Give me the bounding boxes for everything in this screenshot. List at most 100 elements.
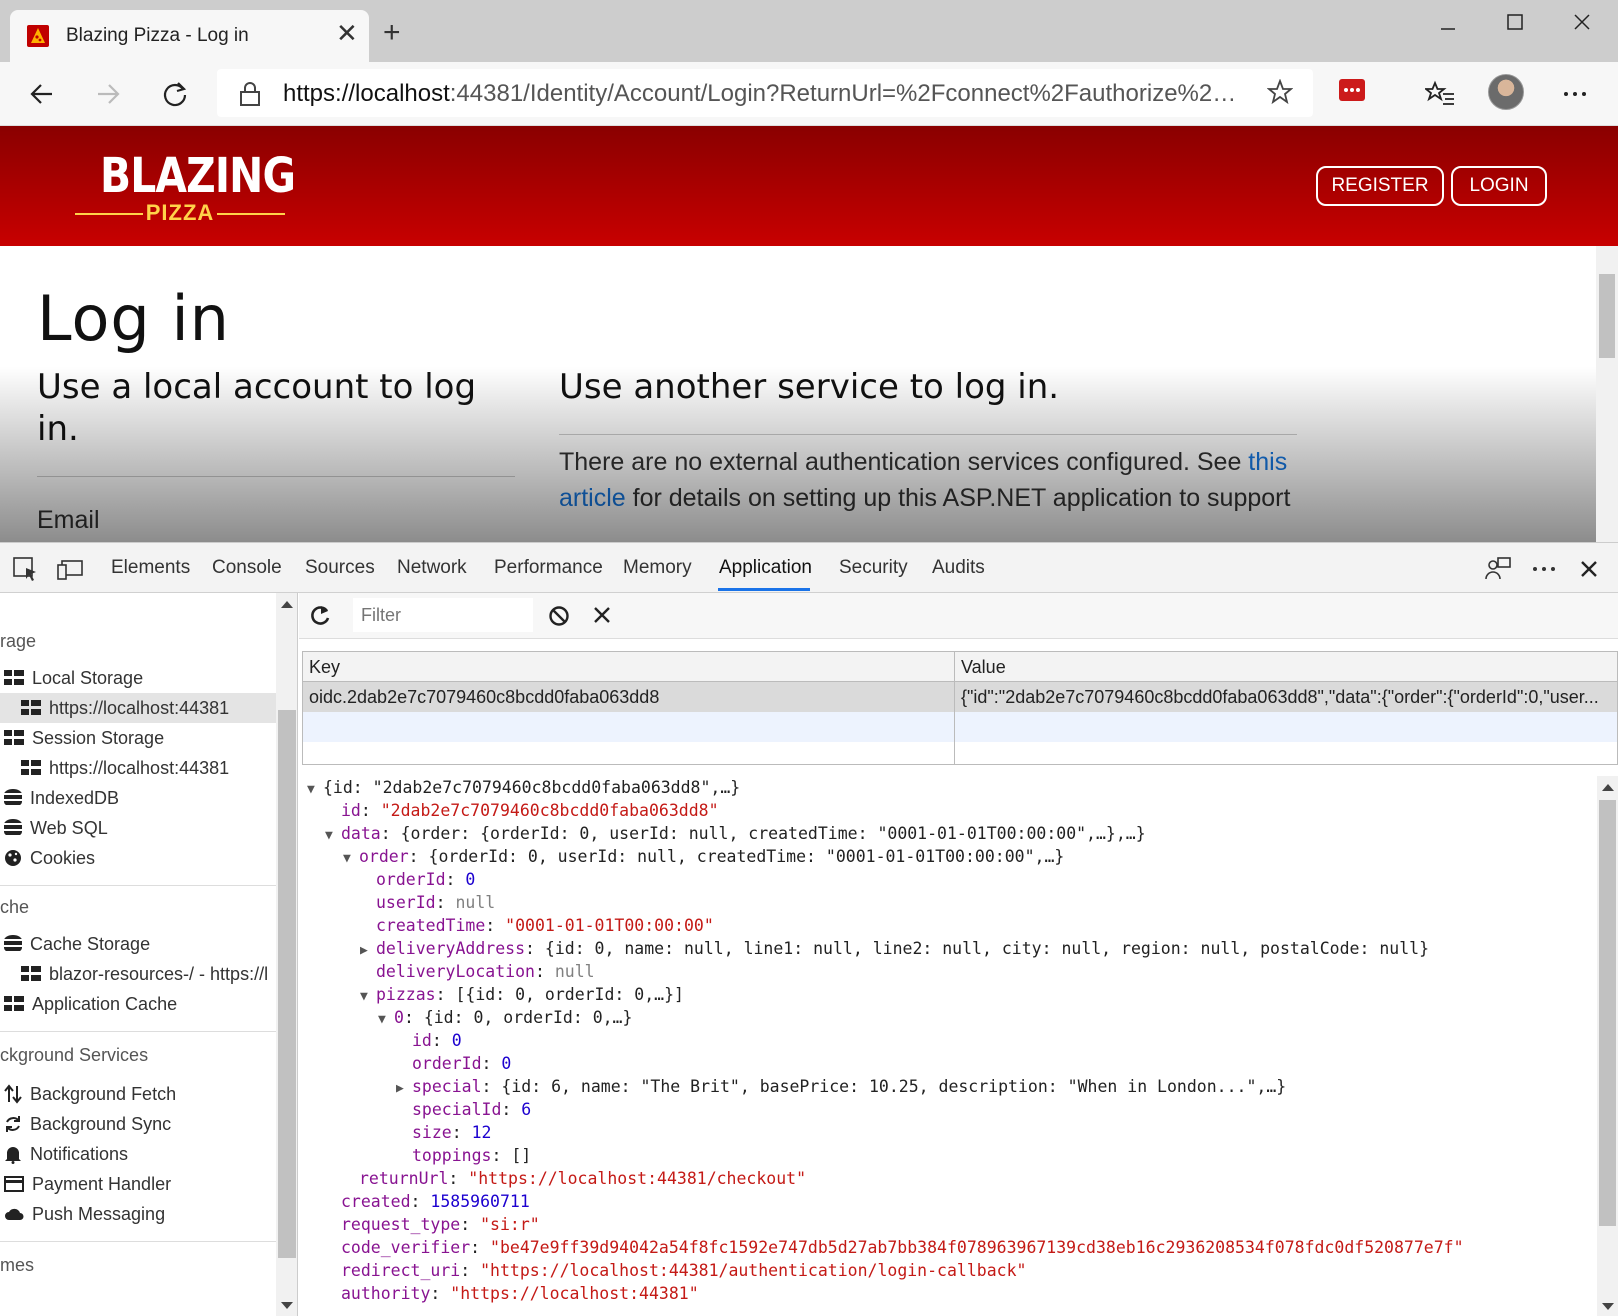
expanded-triangle-icon[interactable]: ▼ [343,847,359,870]
tab-audits[interactable]: Audits [932,557,985,579]
json-line: userId: null [376,893,496,912]
tab-application[interactable]: Application [719,557,812,579]
window-close-icon[interactable] [1552,8,1612,48]
json-line: request_type: "si:r" [341,1215,540,1234]
refresh-icon[interactable] [307,603,333,629]
external-service-heading: Use another service to log in. [559,367,1060,407]
json-line: redirect_uri: "https://localhost:44381/a… [341,1261,1027,1280]
sidebar-item-indexeddb[interactable]: IndexedDB [4,785,119,811]
tab-console[interactable]: Console [212,557,282,579]
json-line-special[interactable]: ▶ special: {id: 6, name: "The Brit", base… [396,1075,1286,1098]
sidebar-item-background-sync[interactable]: Background Sync [4,1111,171,1137]
column-divider[interactable] [954,652,955,764]
table-row-empty[interactable] [303,712,1617,742]
sidebar-item-cache-storage[interactable]: Cache Storage [4,931,150,957]
json-line: id: "2dab2e7c7079460c8bcdd0faba063dd8" [341,801,719,820]
table-row[interactable]: oidc.2dab2e7c7079460c8bcdd0faba063dd8 {"… [303,682,1617,712]
scroll-down-icon[interactable] [280,1301,294,1311]
scroll-up-icon[interactable] [280,599,294,609]
sidebar-item-application-cache[interactable]: Application Cache [4,991,177,1017]
favorites-list-icon[interactable] [1420,74,1460,114]
json-line-order[interactable]: ▼ order: {orderId: 0, userId: null, creat… [343,845,1064,868]
devtools-panel: Elements Console Sources Network Perform… [0,542,1618,1316]
more-options-icon[interactable] [1555,74,1595,114]
key-column-header[interactable]: Key [303,652,953,682]
value-column-header[interactable]: Value [955,652,1615,682]
tab-security[interactable]: Security [839,557,908,579]
refresh-icon[interactable] [155,74,195,114]
lastpass-extension-icon[interactable] [1339,79,1365,101]
sidebar-item-cookies[interactable]: Cookies [4,845,95,871]
json-line: id: 0 [412,1031,462,1050]
register-button[interactable]: REGISTER [1316,166,1444,206]
tab-performance[interactable]: Performance [494,557,603,579]
browser-tab[interactable]: Blazing Pizza - Log in ✕ [10,10,369,62]
expanded-triangle-icon[interactable]: ▼ [307,778,323,801]
section-background-services: ckground Services [0,1045,149,1065]
delete-selected-icon[interactable] [591,604,613,626]
maximize-icon[interactable] [1485,8,1545,48]
scroll-down-icon[interactable] [1601,1302,1615,1312]
section-storage: rage [0,631,37,651]
forward-icon[interactable] [88,74,128,114]
sidebar-item-local-storage[interactable]: Local Storage [4,665,143,691]
storage-grid-icon [21,760,41,776]
page-scrollbar[interactable] [1596,246,1618,542]
json-line-delivery-address[interactable]: ▶ deliveryAddress: {id: 0, name: null, li… [360,937,1429,960]
divider [37,476,515,477]
expanded-triangle-icon[interactable]: ▼ [378,1008,394,1031]
devtools-close-icon[interactable] [1575,555,1603,583]
collapsed-triangle-icon[interactable]: ▶ [396,1077,412,1100]
json-line-data[interactable]: ▼ data: {order: {orderId: 0, userId: null… [325,822,1146,845]
json-root[interactable]: ▼ {id: "2dab2e7c7079460c8bcdd0faba063dd8"… [307,776,740,799]
sidebar-item-background-fetch[interactable]: Background Fetch [4,1081,176,1107]
json-line-pizza-0[interactable]: ▼ 0: {id: 0, orderId: 0,…} [378,1006,632,1029]
sidebar-item-session-storage[interactable]: Session Storage [4,725,164,751]
collapsed-triangle-icon[interactable]: ▶ [360,939,376,962]
expanded-triangle-icon[interactable]: ▼ [325,824,341,847]
logo-blazing[interactable]: BLAZING [100,148,296,204]
device-emulation-icon[interactable] [56,555,84,583]
login-button[interactable]: LOGIN [1451,166,1547,206]
json-line: deliveryLocation: null [376,962,595,981]
inspect-element-icon[interactable] [12,555,40,583]
scroll-up-icon[interactable] [1601,782,1615,792]
scrollbar-thumb[interactable] [278,710,296,1258]
tab-memory[interactable]: Memory [623,557,692,579]
sidebar-item-notifications[interactable]: Notifications [4,1141,128,1167]
tab-elements[interactable]: Elements [111,557,190,579]
sidebar-item-session-storage-origin[interactable]: https://localhost:44381 [21,755,229,781]
logo-pizza: PIZZA [75,200,285,230]
row-key: oidc.2dab2e7c7079460c8bcdd0faba063dd8 [309,687,660,707]
json-line-pizzas[interactable]: ▼ pizzas: [{id: 0, orderId: 0,…}] [360,983,684,1006]
scrollbar-thumb[interactable] [1599,800,1616,1226]
sidebar-item-websql[interactable]: Web SQL [4,815,108,841]
json-scrollbar[interactable] [1597,776,1618,1316]
divider [0,885,276,886]
expanded-triangle-icon[interactable]: ▼ [360,985,376,1008]
json-line: orderId: 0 [412,1054,512,1073]
new-tab-icon[interactable]: + [383,18,401,48]
tab-sources[interactable]: Sources [305,557,375,579]
clear-all-icon[interactable] [547,604,571,628]
address-bar[interactable]: https://localhost:44381/Identity/Account… [217,69,1313,117]
tab-close-icon[interactable]: ✕ [336,20,358,46]
devtools-more-icon[interactable] [1530,555,1558,583]
json-line: size: 12 [412,1123,492,1142]
sidebar-item-push-messaging[interactable]: Push Messaging [4,1201,165,1227]
filter-input[interactable] [353,598,533,632]
section-cache: che [0,897,30,917]
minimize-icon[interactable] [1418,8,1478,48]
sidebar-item-payment-handler[interactable]: Payment Handler [4,1171,171,1197]
sidebar-item-local-storage-origin[interactable]: https://localhost:44381 [0,693,276,723]
sidebar-item-cache-entry[interactable]: blazor-resources-/ - https://l [21,961,268,987]
favorite-star-icon[interactable] [1267,79,1293,105]
sidebar-scrollbar[interactable] [276,593,297,1316]
profile-avatar[interactable] [1488,74,1524,110]
feedback-icon[interactable] [1484,555,1512,583]
cloud-icon [5,1208,24,1220]
back-icon[interactable] [22,74,62,114]
tab-network[interactable]: Network [397,557,467,579]
scrollbar-thumb[interactable] [1599,274,1615,358]
bell-icon [5,1147,21,1164]
